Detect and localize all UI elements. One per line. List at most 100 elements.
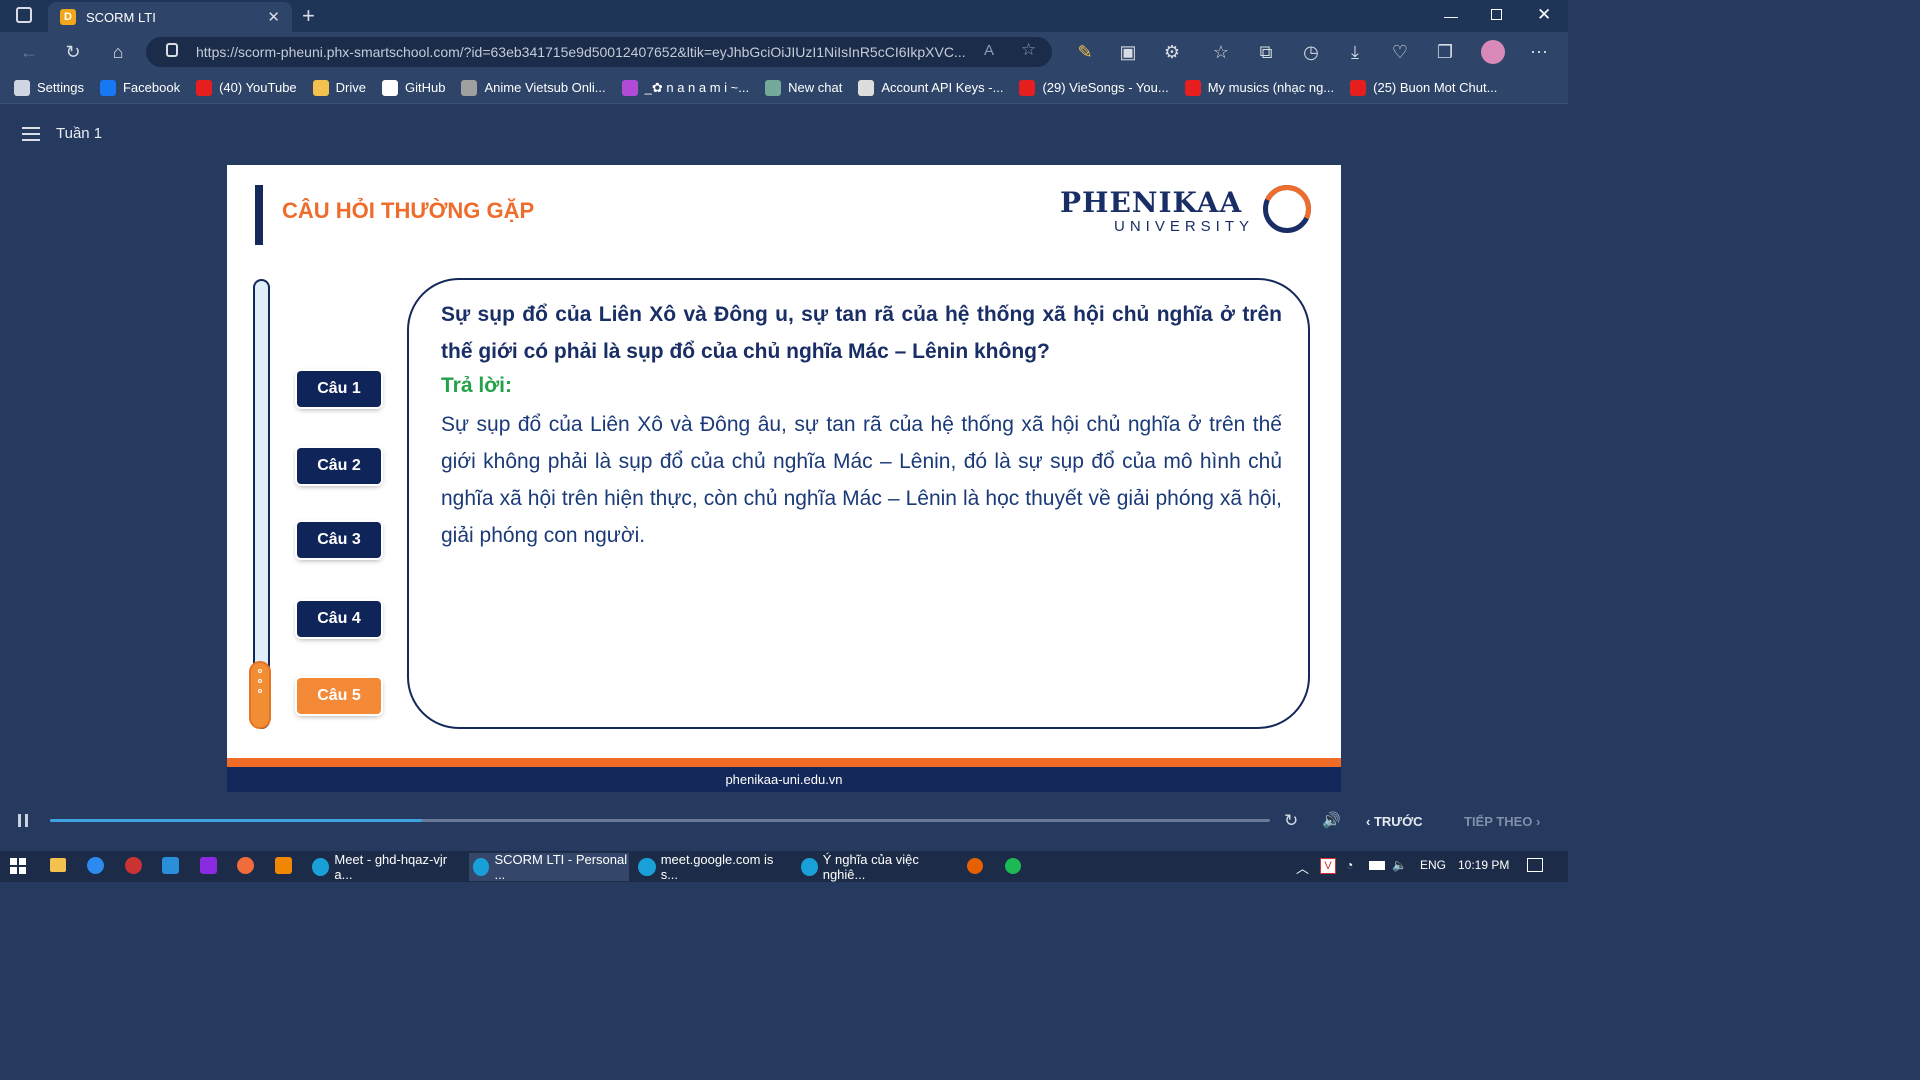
pause-button[interactable] bbox=[18, 814, 32, 829]
postman-icon[interactable] bbox=[237, 857, 254, 874]
back-icon[interactable]: ← bbox=[17, 40, 41, 64]
menu-icon[interactable] bbox=[22, 127, 40, 141]
history-icon[interactable]: ◷ bbox=[1299, 40, 1323, 64]
clock[interactable]: 10:19 PM bbox=[1458, 858, 1509, 872]
read-aloud-icon[interactable]: A bbox=[984, 42, 994, 59]
bookmark-label: GitHub bbox=[405, 80, 446, 95]
slide-title: CÂU HỎI THƯỜNG GẶP bbox=[282, 198, 535, 223]
bookmark-item[interactable]: Anime Vietsub Onli... bbox=[461, 79, 606, 96]
speaker-icon[interactable]: 🔈 bbox=[1392, 858, 1407, 872]
taskbar-window-label: meet.google.com is s... bbox=[660, 852, 774, 882]
question-text: Sự sụp đổ của Liên Xô và Đông u, sự tan … bbox=[441, 303, 1282, 363]
nanami-icon bbox=[621, 79, 638, 96]
bookmark-item[interactable]: Facebook bbox=[99, 79, 180, 96]
lock-icon[interactable] bbox=[166, 43, 178, 57]
answer-text: Sự sụp đổ của Liên Xô và Đông âu, sự tan… bbox=[441, 413, 1282, 547]
tray-chevron-icon[interactable]: ︿ bbox=[1296, 858, 1309, 877]
extension-2-icon[interactable]: ▣ bbox=[1116, 40, 1140, 64]
bookmark-item[interactable]: (29) VieSongs - You... bbox=[1019, 79, 1169, 96]
title-accent-bar bbox=[255, 185, 263, 245]
week-title: Tuần 1 bbox=[56, 125, 103, 142]
bookmarks-bar: Settings Facebook (40) YouTube Drive GitHub A… bbox=[0, 72, 1568, 104]
bookmark-item[interactable]: GitHub bbox=[382, 79, 446, 96]
bookmark-item[interactable]: Account API Keys -... bbox=[858, 79, 1003, 96]
question-scroll-thumb[interactable] bbox=[249, 661, 271, 729]
language-indicator[interactable]: ENG bbox=[1420, 858, 1446, 872]
refresh-icon[interactable]: ↻ bbox=[61, 40, 85, 64]
bookmark-label: Drive bbox=[335, 80, 367, 95]
bookmark-item[interactable]: (25) Buon Mot Chut... bbox=[1350, 79, 1498, 96]
close-tab-icon[interactable]: ✕ bbox=[267, 8, 280, 26]
new-tab-icon[interactable]: + bbox=[302, 3, 315, 29]
bookmark-label: Anime Vietsub Onli... bbox=[484, 80, 606, 95]
phenikaa-logo-sub: UNIVERSITY bbox=[1114, 218, 1255, 235]
bookmark-item[interactable]: My musics (nhạc ng... bbox=[1184, 79, 1334, 96]
jetbrains-icon[interactable] bbox=[200, 857, 217, 874]
question-button-1[interactable]: Câu 1 bbox=[297, 371, 381, 407]
next-button[interactable]: TIẾP THEO › bbox=[1464, 814, 1540, 829]
github-icon bbox=[382, 79, 399, 96]
extension-icon[interactable]: ✎ bbox=[1073, 40, 1097, 64]
question-button-2[interactable]: Câu 2 bbox=[297, 448, 381, 484]
taskbar-window-1[interactable]: Meet - ghd-hqaz-vjr a... bbox=[308, 852, 464, 882]
extensions-icon[interactable]: ⚙ bbox=[1160, 40, 1184, 64]
bookmark-item[interactable]: New chat bbox=[765, 79, 842, 96]
tab-title: SCORM LTI bbox=[86, 9, 156, 25]
gear-icon bbox=[14, 79, 30, 96]
url-text: https://scorm-pheuni.phx-smartschool.com… bbox=[196, 44, 966, 60]
firefox-icon[interactable] bbox=[967, 858, 983, 874]
anime-icon bbox=[461, 79, 478, 96]
edge-icon bbox=[312, 858, 330, 876]
bookmark-label: (40) YouTube bbox=[219, 80, 297, 95]
spotify-icon[interactable] bbox=[1005, 858, 1021, 874]
taskbar-window-label: Meet - ghd-hqaz-vjr a... bbox=[334, 852, 448, 882]
close-window-icon[interactable]: ✕ bbox=[1537, 5, 1551, 25]
minimize-icon[interactable]: — bbox=[1444, 8, 1458, 24]
game-icon[interactable] bbox=[125, 857, 142, 874]
windows-start-icon[interactable] bbox=[10, 858, 26, 874]
bookmark-label: _✿ n a n a m i ~... bbox=[644, 79, 750, 95]
zalo-icon[interactable] bbox=[87, 857, 104, 874]
phenikaa-logo: PHENIKAA bbox=[1060, 186, 1243, 219]
drawio-icon[interactable] bbox=[275, 857, 292, 874]
openai-icon bbox=[858, 79, 875, 96]
collections-icon[interactable]: ⧉ bbox=[1254, 40, 1278, 64]
bookmark-label: (25) Buon Mot Chut... bbox=[1373, 80, 1498, 95]
tab-actions-icon[interactable] bbox=[16, 7, 32, 23]
volume-icon[interactable]: 🔊 bbox=[1322, 811, 1341, 829]
question-button-5[interactable]: Câu 5 bbox=[297, 678, 381, 714]
notifications-icon[interactable] bbox=[1527, 858, 1543, 872]
youtube-icon bbox=[1350, 79, 1367, 96]
taskbar-window-3[interactable]: meet.google.com is s... bbox=[634, 852, 792, 882]
more-menu-icon[interactable]: ⋯ bbox=[1527, 40, 1551, 64]
taskbar-window-label: SCORM LTI - Personal ... bbox=[494, 852, 628, 882]
health-icon[interactable]: ♡ bbox=[1388, 40, 1412, 64]
favorites-icon[interactable]: ☆ bbox=[1209, 40, 1233, 64]
vscode-icon[interactable] bbox=[162, 857, 179, 874]
bookmark-item[interactable]: _✿ n a n a m i ~... bbox=[621, 79, 750, 96]
file-explorer-icon[interactable] bbox=[50, 858, 66, 872]
taskbar-window-4[interactable]: Ý nghĩa của việc nghiê... bbox=[797, 852, 955, 882]
address-bar[interactable]: https://scorm-pheuni.phx-smartschool.com… bbox=[146, 37, 1052, 67]
wifi-icon[interactable]: ◔ bbox=[1346, 858, 1353, 872]
bookmark-item[interactable]: Drive bbox=[312, 79, 367, 96]
previous-label: TRƯỚC bbox=[1373, 814, 1423, 829]
question-button-3[interactable]: Câu 3 bbox=[297, 522, 381, 558]
workspaces-icon[interactable]: ❐ bbox=[1433, 40, 1457, 64]
profile-avatar[interactable] bbox=[1481, 40, 1505, 64]
battery-icon[interactable] bbox=[1369, 861, 1385, 870]
bookmark-item[interactable]: (40) YouTube bbox=[196, 79, 297, 96]
facebook-icon bbox=[99, 79, 116, 96]
tab-scorm[interactable]: D SCORM LTI ✕ bbox=[48, 2, 292, 32]
replay-icon[interactable]: ↻ bbox=[1284, 811, 1298, 831]
downloads-icon[interactable]: ⤓ bbox=[1343, 40, 1367, 64]
previous-button[interactable]: ‹ TRƯỚC bbox=[1366, 814, 1423, 829]
question-button-4[interactable]: Câu 4 bbox=[297, 601, 381, 637]
home-icon[interactable]: ⌂ bbox=[106, 40, 130, 64]
favorite-add-icon[interactable]: ☆ bbox=[1021, 40, 1036, 60]
taskbar-window-2[interactable]: SCORM LTI - Personal ... bbox=[469, 852, 629, 882]
restore-icon[interactable] bbox=[1491, 9, 1502, 20]
bookmark-item[interactable]: Settings bbox=[14, 79, 84, 96]
tray-app-icon[interactable]: V bbox=[1320, 858, 1336, 874]
edge-icon bbox=[638, 858, 656, 876]
